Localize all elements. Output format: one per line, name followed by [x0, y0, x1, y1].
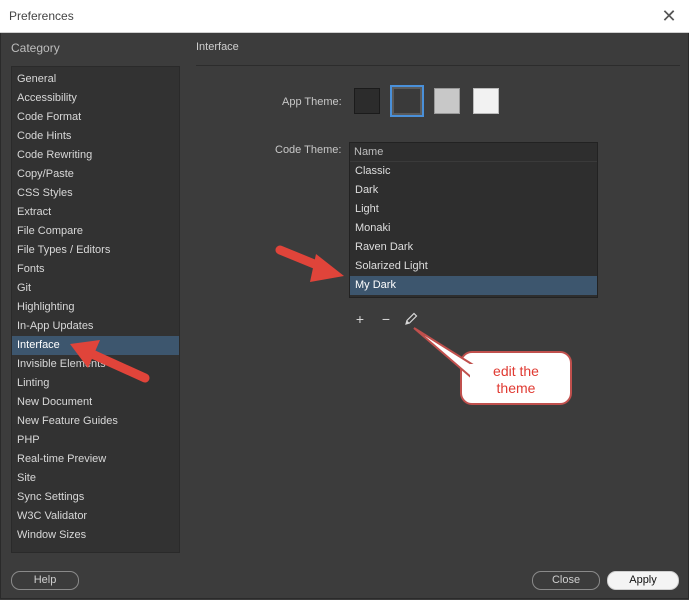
sidebar-item[interactable]: General [12, 70, 179, 89]
apply-button[interactable]: Apply [607, 571, 679, 590]
sidebar-item[interactable]: Fonts [12, 260, 179, 279]
sidebar-item[interactable]: Copy/Paste [12, 165, 179, 184]
sidebar-item[interactable]: Accessibility [12, 89, 179, 108]
sidebar-item[interactable]: Linting [12, 374, 179, 393]
sidebar-item[interactable]: Highlighting [12, 298, 179, 317]
app-theme-lightest-swatch[interactable] [473, 88, 499, 114]
code-theme-row[interactable]: Solarized Light [350, 257, 597, 276]
app-theme-light-swatch[interactable] [434, 88, 460, 114]
sidebar-item[interactable]: Real-time Preview [12, 450, 179, 469]
sidebar-item[interactable]: New Feature Guides [12, 412, 179, 431]
annotation-text: edit the theme [493, 363, 539, 396]
sidebar-item[interactable]: File Compare [12, 222, 179, 241]
sidebar-item[interactable]: Git [12, 279, 179, 298]
sidebar-item[interactable]: Interface [12, 336, 179, 355]
sidebar-item[interactable]: Invisible Elements [12, 355, 179, 374]
sidebar-item[interactable]: Extract [12, 203, 179, 222]
window-title: Preferences [9, 9, 74, 23]
sidebar-item[interactable]: W3C Validator [12, 507, 179, 526]
code-theme-label: Code Theme: [275, 144, 342, 156]
sidebar-item[interactable]: Code Rewriting [12, 146, 179, 165]
edit-theme-button[interactable] [403, 311, 419, 327]
code-theme-list[interactable]: Name Classic Dark Light Monaki Raven Dark Sol… [349, 142, 598, 298]
remove-theme-button[interactable]: − [378, 311, 394, 327]
sidebar-item[interactable]: CSS Styles [12, 184, 179, 203]
code-theme-row[interactable]: My Dark [350, 276, 597, 295]
sidebar-item[interactable]: New Document [12, 393, 179, 412]
sidebar-item[interactable]: Site [12, 469, 179, 488]
sidebar-item[interactable]: File Types / Editors [12, 241, 179, 260]
pencil-icon [405, 312, 418, 325]
add-theme-button[interactable]: + [352, 311, 368, 327]
category-header: Category [11, 41, 60, 55]
close-icon[interactable]: ✕ [659, 6, 679, 26]
app-theme-dark-swatch[interactable] [390, 85, 424, 117]
code-theme-row[interactable]: Dark [350, 181, 597, 200]
title-bar: Preferences ✕ [0, 0, 689, 33]
code-theme-row[interactable]: Raven Dark [350, 238, 597, 257]
help-button[interactable]: Help [11, 571, 79, 590]
annotation-callout: edit the theme [460, 351, 572, 405]
section-divider [196, 65, 680, 66]
code-theme-row[interactable]: Light [350, 200, 597, 219]
sidebar-item[interactable]: PHP [12, 431, 179, 450]
sidebar-item[interactable]: Code Format [12, 108, 179, 127]
section-title: Interface [196, 41, 239, 53]
app-theme-darkest-swatch[interactable] [354, 88, 380, 114]
app-theme-label: App Theme: [282, 96, 342, 108]
column-header-name[interactable]: Name [350, 143, 597, 162]
code-theme-row[interactable]: Classic [350, 162, 597, 181]
sidebar-item[interactable]: Code Hints [12, 127, 179, 146]
code-theme-row[interactable]: Monaki [350, 219, 597, 238]
sidebar-item[interactable]: Window Sizes [12, 526, 179, 545]
category-list[interactable]: General Accessibility Code Format Code Hint… [11, 66, 180, 553]
close-button[interactable]: Close [532, 571, 600, 590]
sidebar-item[interactable]: Sync Settings [12, 488, 179, 507]
sidebar-item[interactable]: In-App Updates [12, 317, 179, 336]
